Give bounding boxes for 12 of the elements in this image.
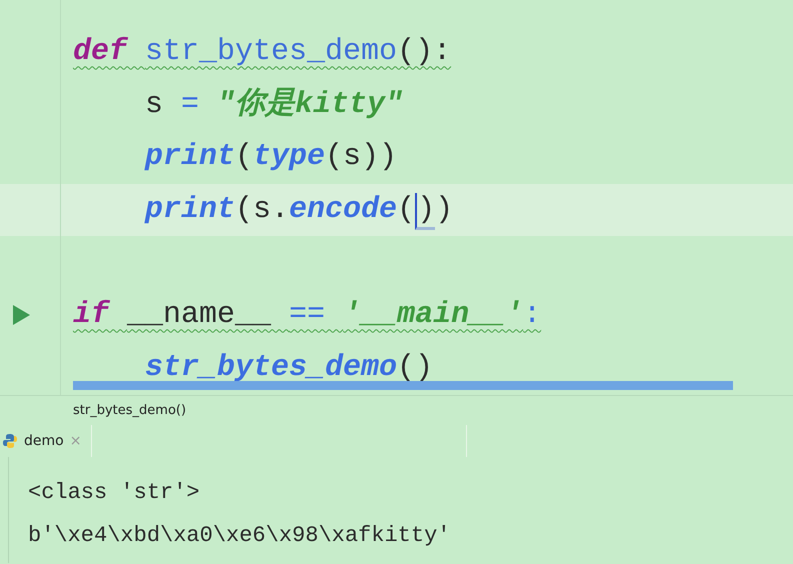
console-tab[interactable]: demo ×: [0, 425, 92, 457]
code-line: if __name__ == '__main__':: [73, 297, 542, 334]
code-line: s = "你是kitty": [145, 86, 404, 124]
code-line: str_bytes_demo(): [145, 350, 434, 387]
console-output-line: b'\xe4\xbd\xa0\xe6\x98\xafkitty': [28, 522, 452, 550]
code-line: print(type(s)): [145, 139, 398, 176]
code-line: print(s.encode()): [145, 191, 454, 230]
code-line: def str_bytes_demo():: [73, 34, 452, 72]
console-output-line: <class 'str'>: [28, 479, 201, 507]
run-icon[interactable]: [12, 305, 30, 326]
python-icon: [2, 433, 18, 449]
breadcrumb[interactable]: str_bytes_demo(): [73, 403, 186, 418]
